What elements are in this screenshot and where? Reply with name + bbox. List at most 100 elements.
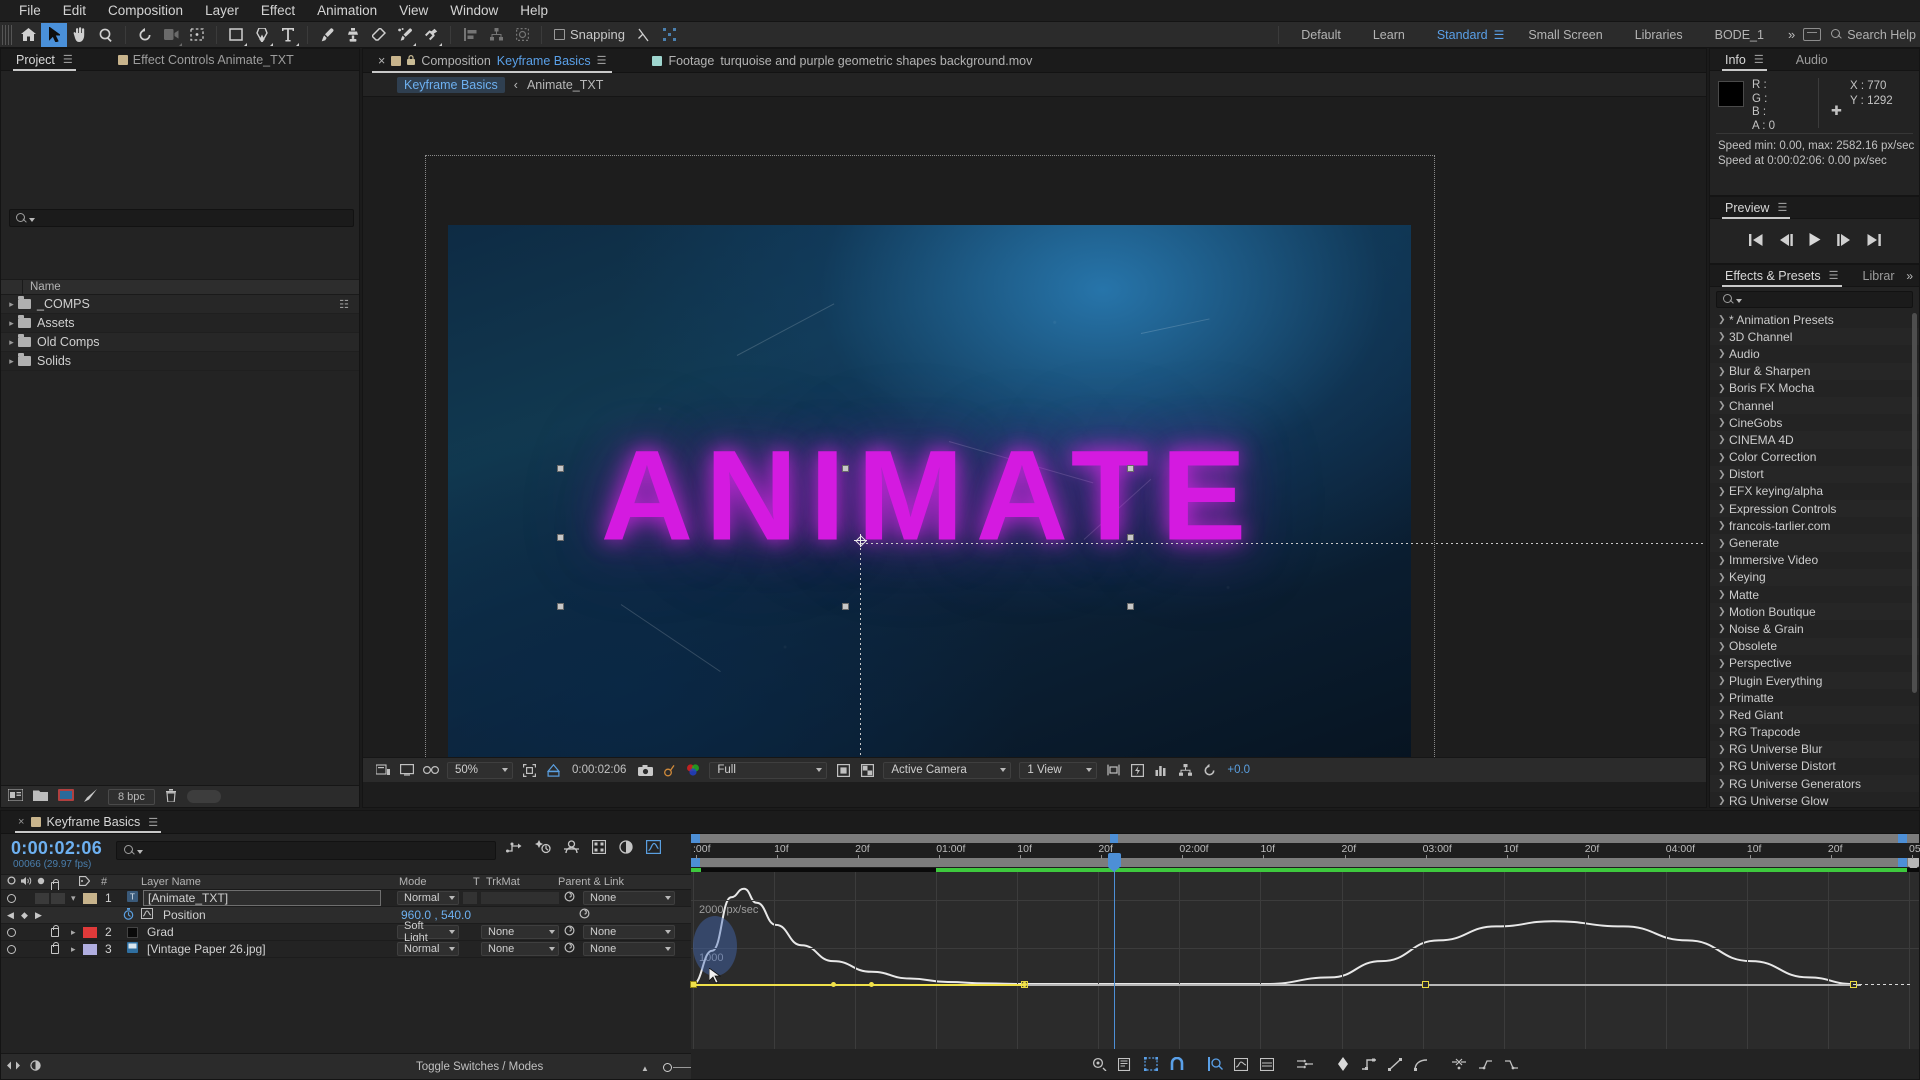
selection-handle[interactable] <box>1127 534 1134 541</box>
chevron-right-icon[interactable]: ❯ <box>1718 623 1729 634</box>
hierarchy-icon[interactable] <box>1173 759 1197 781</box>
chevron-right-icon[interactable]: ❯ <box>1718 366 1729 377</box>
hold-keyframe-icon[interactable] <box>1356 1052 1382 1076</box>
selection-tool-icon[interactable] <box>41 22 67 47</box>
work-area-start-handle[interactable] <box>691 834 700 843</box>
motion-blur-footer-icon[interactable] <box>29 1059 42 1074</box>
draft-3d-icon[interactable] <box>535 839 551 857</box>
next-frame-button[interactable] <box>1836 233 1851 249</box>
table-row[interactable]: ▸ 3 [Vintage Paper 26.jpg] Normal None N… <box>1 941 691 958</box>
layer-mode-select[interactable]: Soft Light <box>397 920 459 944</box>
clone-stamp-tool-icon[interactable] <box>340 23 366 47</box>
selection-handle[interactable] <box>557 465 564 472</box>
chevron-right-icon[interactable]: ❯ <box>1718 417 1729 428</box>
layer-label-color[interactable] <box>83 943 97 955</box>
toggle-switches-modes-button[interactable]: Toggle Switches / Modes <box>416 1061 543 1073</box>
rotation-tool-icon[interactable] <box>132 23 158 47</box>
effects-category-row[interactable]: ❯ Expression Controls <box>1710 500 1919 518</box>
chevron-right-icon[interactable]: ▸ <box>71 944 76 955</box>
chevron-right-icon[interactable]: ▸ <box>5 318 18 329</box>
tab-info[interactable]: Info ☰ <box>1716 49 1773 71</box>
effects-category-list[interactable]: ❯ * Animation Presets ❯ 3D Channel ❯ Audio ❯ Bl… <box>1710 311 1919 805</box>
chevron-right-icon[interactable]: ❯ <box>1718 469 1729 480</box>
next-keyframe-icon[interactable]: ▶ <box>35 910 42 921</box>
current-timecode[interactable]: 0:00:02:06 <box>11 838 102 859</box>
camera-tool-icon[interactable] <box>158 23 184 47</box>
text-tool-icon[interactable] <box>275 23 301 47</box>
snap-align-icon[interactable] <box>631 23 657 47</box>
viewer-timecode[interactable]: 0:00:02:06 <box>565 764 633 776</box>
chevron-right-icon[interactable]: ❯ <box>1718 675 1729 686</box>
project-col-name[interactable]: Name <box>23 281 61 293</box>
col-parent-link-label[interactable]: Parent & Link <box>558 876 624 888</box>
layer-visibility-toggle[interactable] <box>7 944 16 954</box>
previous-frame-button[interactable] <box>1779 233 1793 249</box>
workspace-overflow-icon[interactable]: » <box>1780 27 1803 42</box>
menu-item-animation[interactable]: Animation <box>306 1 388 20</box>
effects-overflow-icon[interactable]: » <box>1906 269 1919 283</box>
project-item-old-comps[interactable]: ▸ Old Comps <box>1 333 359 352</box>
close-icon[interactable]: × <box>378 54 385 68</box>
pixel-aspect-correction-icon[interactable] <box>1101 759 1125 781</box>
fit-selection-icon[interactable] <box>1228 1052 1254 1076</box>
menu-item-view[interactable]: View <box>388 1 439 20</box>
hide-shy-layers-icon[interactable] <box>564 839 579 857</box>
effects-category-row[interactable]: ❯ Immersive Video <box>1710 552 1919 569</box>
show-properties-icon[interactable] <box>1086 1052 1112 1076</box>
chevron-right-icon[interactable]: ❯ <box>1718 709 1729 720</box>
graph-editor-set-icon[interactable] <box>141 908 153 922</box>
project-settings-icon[interactable] <box>84 788 98 805</box>
effects-scrollbar[interactable] <box>1912 313 1917 693</box>
region-of-interest-icon[interactable] <box>184 23 210 47</box>
workspace-small-screen[interactable]: Small Screen <box>1512 22 1618 48</box>
table-row[interactable]: ▾ 1 T [Animate_TXT] Normal None <box>1 890 691 907</box>
timeline-search-input[interactable] <box>116 841 496 860</box>
tab-effects-presets[interactable]: Effects & Presets ☰ <box>1716 265 1848 287</box>
roto-brush-tool-icon[interactable] <box>392 23 418 47</box>
tab-libraries[interactable]: Librar <box>1854 265 1904 287</box>
show-snapshot-icon[interactable] <box>657 759 681 781</box>
views-select[interactable]: 1 View <box>1019 761 1098 779</box>
resolution-region-icon[interactable] <box>517 759 541 781</box>
layer-mode-select[interactable]: Normal <box>397 942 459 956</box>
keyframe-handle-dot[interactable] <box>1021 982 1027 987</box>
chevron-right-icon[interactable]: ❯ <box>1718 520 1729 531</box>
menu-item-layer[interactable]: Layer <box>194 1 250 20</box>
chevron-right-icon[interactable]: ❯ <box>1718 434 1729 445</box>
chevron-right-icon[interactable]: ❯ <box>1718 314 1729 325</box>
show-transform-box-icon[interactable] <box>1138 1052 1164 1076</box>
parent-pickwhip-icon[interactable] <box>564 942 575 956</box>
effects-category-row[interactable]: ❯ RG Universe Distort <box>1710 758 1919 775</box>
graph-tree-icon[interactable] <box>483 23 509 47</box>
tab-audio[interactable]: Audio <box>1787 49 1837 71</box>
keyboard-shortcuts-icon[interactable] <box>1803 28 1822 41</box>
chevron-down-icon[interactable]: ▾ <box>71 893 76 904</box>
magnification-select[interactable]: 50% <box>447 761 513 779</box>
keyframe-handle-dot[interactable] <box>830 982 836 987</box>
layer-name[interactable]: [Vintage Paper 26.jpg] <box>147 942 266 956</box>
effects-category-row[interactable]: ❯ Audio <box>1710 345 1919 362</box>
tab-timeline-keyframe-basics[interactable]: × Keyframe Basics ☰ <box>9 811 167 833</box>
col-mode-label[interactable]: Mode <box>399 876 427 888</box>
chevron-right-icon[interactable]: ❯ <box>1718 795 1729 805</box>
chevron-right-icon[interactable]: ❯ <box>1718 486 1729 497</box>
exposure-value[interactable]: +0.0 <box>1221 764 1250 776</box>
eraser-tool-icon[interactable] <box>366 23 392 47</box>
anchor-point-icon[interactable] <box>854 534 867 547</box>
keyframe-handle-bar[interactable] <box>833 984 1025 986</box>
composition-viewer[interactable]: ANIMATE 50% 0:00:02:06 Full Active Camer… <box>363 97 1706 782</box>
project-item-comps[interactable]: ▸ _COMPS ☷ <box>1 295 359 314</box>
effects-category-row[interactable]: ❯ CINEMA 4D <box>1710 431 1919 449</box>
layer-parent-select[interactable]: None <box>583 925 675 939</box>
chevron-right-icon[interactable]: ❯ <box>1718 589 1729 600</box>
graph-editor[interactable]: :00f 10f 20f 01:00f 10f 20f 02:00f 10f 20f 03:00f… <box>689 834 1920 1079</box>
easy-ease-out-icon[interactable] <box>1498 1052 1524 1076</box>
speed-graph-curve[interactable] <box>691 872 1920 1002</box>
menu-item-effect[interactable]: Effect <box>250 1 306 20</box>
snapping-toggle[interactable]: Snapping <box>548 27 631 42</box>
project-footer-pill[interactable] <box>186 790 221 803</box>
zoom-tool-icon[interactable] <box>93 23 119 47</box>
pen-tool-icon[interactable] <box>249 23 275 47</box>
effects-category-row[interactable]: ❯ Keying <box>1710 568 1919 586</box>
table-row[interactable]: ▸ 2 Grad Soft Light None None <box>1 920 691 944</box>
